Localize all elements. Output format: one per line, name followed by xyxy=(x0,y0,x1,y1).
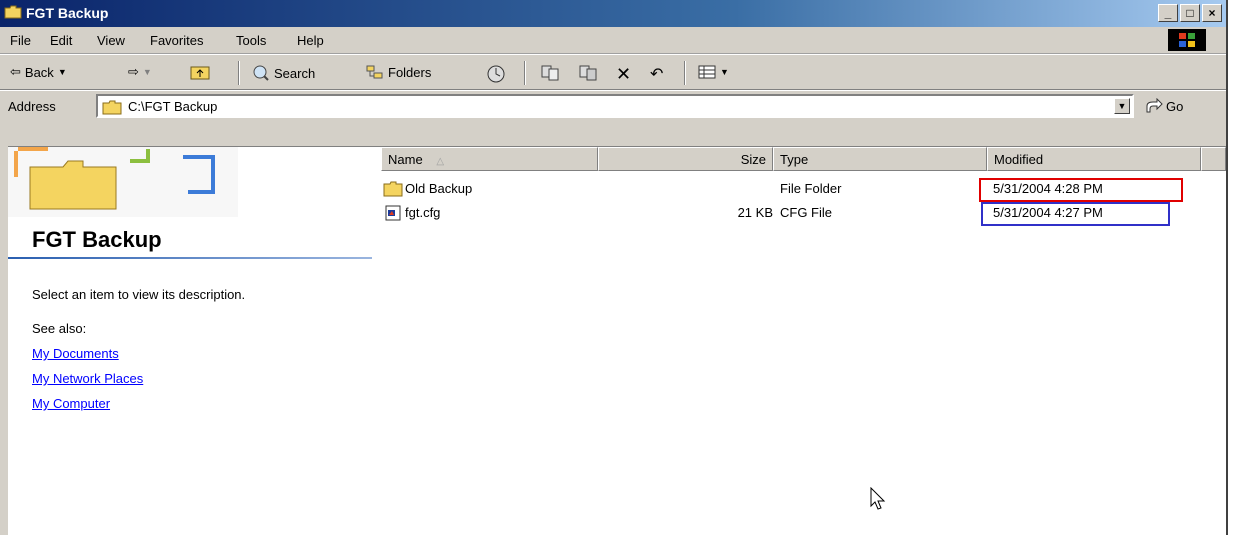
file-size: 21 KB xyxy=(737,205,773,220)
minimize-button[interactable]: _ xyxy=(1158,4,1178,22)
title-bar[interactable]: FGT Backup _ □ × xyxy=(0,0,1226,27)
window-controls: _ □ × xyxy=(1158,4,1222,22)
menu-view[interactable]: View xyxy=(97,33,125,48)
search-icon xyxy=(253,65,269,81)
menu-edit[interactable]: Edit xyxy=(50,33,72,48)
folder-icon xyxy=(4,5,22,19)
history-button[interactable] xyxy=(486,64,506,84)
file-type: CFG File xyxy=(780,205,832,220)
maximize-button[interactable]: □ xyxy=(1180,4,1200,22)
web-view-pane: FGT Backup Select an item to view its de… xyxy=(8,147,373,536)
go-arrow-icon xyxy=(1146,98,1163,113)
forward-button[interactable]: ⇨ ▼ xyxy=(128,64,152,80)
go-button[interactable]: Go xyxy=(1145,98,1183,114)
menu-favorites[interactable]: Favorites xyxy=(150,33,203,48)
window-title: FGT Backup xyxy=(26,5,109,21)
mouse-pointer-icon xyxy=(870,487,886,510)
chevron-down-icon[interactable]: ▼ xyxy=(143,67,152,77)
column-filler xyxy=(1201,147,1226,171)
chevron-down-icon[interactable]: ▼ xyxy=(58,67,67,77)
see-also-label: See also: xyxy=(32,321,87,336)
close-button[interactable]: × xyxy=(1202,4,1222,22)
link-my-documents[interactable]: My Documents xyxy=(32,346,119,361)
search-button[interactable]: Search xyxy=(252,64,315,82)
toolbar-separator xyxy=(684,61,686,85)
file-name: fgt.cfg xyxy=(405,205,441,220)
back-arrow-icon: ⇦ xyxy=(10,64,21,79)
undo-button[interactable]: ↶ xyxy=(650,64,663,84)
menu-bar: File Edit View Favorites Tools Help xyxy=(0,27,1226,54)
up-folder-button[interactable] xyxy=(190,64,210,80)
description-text: Select an item to view its description. xyxy=(32,287,246,302)
column-name-label: Name xyxy=(388,152,423,167)
toolbar-separator xyxy=(238,61,240,85)
address-dropdown-button[interactable]: ▼ xyxy=(1114,98,1130,114)
copy-to-button[interactable] xyxy=(578,64,598,82)
history-icon xyxy=(487,65,505,83)
go-label: Go xyxy=(1166,98,1184,114)
column-type[interactable]: Type xyxy=(773,147,987,171)
folder-banner-icon xyxy=(8,147,238,217)
views-button[interactable]: ▼ xyxy=(698,64,729,80)
folders-icon xyxy=(366,65,383,79)
undo-icon: ↶ xyxy=(650,66,664,83)
file-name: Old Backup xyxy=(405,181,473,196)
toolbar-separator xyxy=(524,61,526,85)
back-button[interactable]: ⇦ Back ▼ xyxy=(10,64,67,80)
link-my-computer[interactable]: My Computer xyxy=(32,396,110,411)
windows-logo-icon xyxy=(1168,29,1206,51)
folder-title: FGT Backup xyxy=(32,227,162,252)
modified-highlight-blue xyxy=(981,202,1170,226)
address-value: C:\FGT Backup xyxy=(128,99,218,114)
column-modified[interactable]: Modified xyxy=(987,147,1201,171)
move-to-icon xyxy=(541,65,559,81)
column-size[interactable]: Size xyxy=(598,147,773,171)
menu-tools[interactable]: Tools xyxy=(236,33,266,48)
standard-toolbar: ⇦ Back ▼ ⇨ ▼ Search Folders ✕ ↶ ▼ xyxy=(0,54,1226,90)
menu-file[interactable]: File xyxy=(10,33,31,48)
chevron-down-icon[interactable]: ▼ xyxy=(720,67,729,77)
menu-help[interactable]: Help xyxy=(297,33,324,48)
link-my-network-places[interactable]: My Network Places xyxy=(32,371,143,386)
copy-to-icon xyxy=(579,65,597,81)
folder-icon xyxy=(102,100,122,115)
sort-ascending-icon: △ xyxy=(436,156,445,167)
move-to-button[interactable] xyxy=(540,64,560,82)
address-label: Address xyxy=(8,99,56,114)
delete-x-icon: ✕ xyxy=(616,64,632,84)
delete-button[interactable]: ✕ xyxy=(616,64,631,85)
folder-icon xyxy=(383,181,403,197)
up-folder-icon xyxy=(190,66,210,80)
address-input[interactable]: C:\FGT Backup ▼ xyxy=(96,94,1134,118)
views-icon xyxy=(698,65,716,79)
forward-arrow-icon: ⇨ xyxy=(128,64,139,79)
file-type: File Folder xyxy=(780,181,842,196)
explorer-window: FGT Backup _ □ × File Edit View Favorite… xyxy=(0,0,1228,536)
back-label: Back xyxy=(24,64,54,80)
content-area: FGT Backup Select an item to view its de… xyxy=(8,146,1226,536)
address-bar: Address C:\FGT Backup ▼ Go xyxy=(0,90,1226,121)
folders-button[interactable]: Folders xyxy=(366,64,431,80)
column-name[interactable]: Name △ xyxy=(381,147,598,171)
cfg-file-icon xyxy=(385,205,401,221)
title-underline xyxy=(8,257,372,259)
column-header: Name △ Size Type Modified xyxy=(381,147,1226,171)
search-label: Search xyxy=(274,65,316,81)
folders-label: Folders xyxy=(388,64,432,80)
modified-highlight-red xyxy=(979,178,1183,202)
